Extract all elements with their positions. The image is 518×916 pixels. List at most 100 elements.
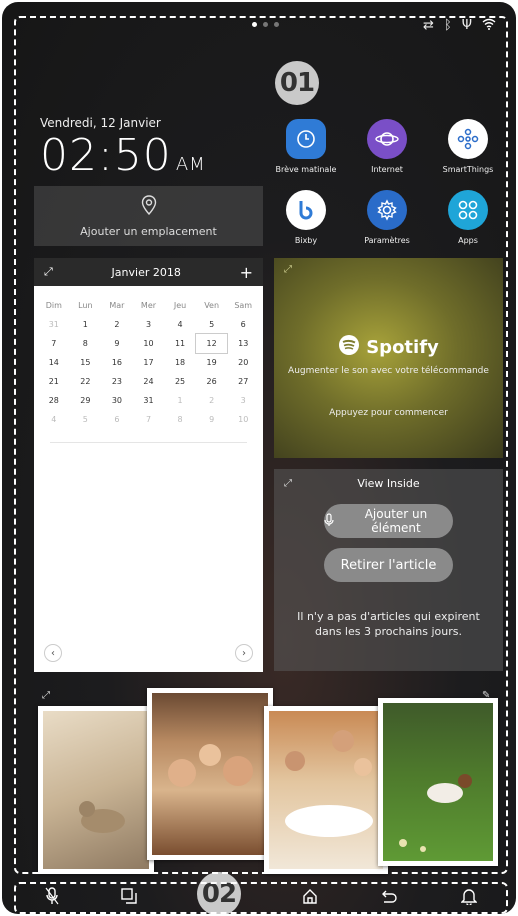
calendar-day[interactable]: 2 [196, 391, 228, 410]
dinner-photo-image [269, 711, 383, 869]
clock-icon [286, 119, 326, 159]
app-internet[interactable]: Internet [352, 119, 422, 174]
calendar-day[interactable]: 14 [38, 353, 70, 372]
calendar-day[interactable]: 15 [70, 353, 102, 372]
calendar-day[interactable]: 10 [227, 410, 259, 429]
calendar-day[interactable]: 26 [196, 372, 228, 391]
add-location-button[interactable]: Ajouter un emplacement [34, 186, 263, 246]
calendar-day[interactable]: 30 [101, 391, 133, 410]
recent-apps-icon[interactable] [121, 888, 138, 908]
home-icon[interactable] [302, 888, 318, 908]
calendar-day[interactable]: 21 [38, 372, 70, 391]
spotify-brand: Spotify [366, 337, 439, 358]
calendar-day[interactable]: 31 [38, 315, 70, 334]
calendar-day[interactable]: 27 [227, 372, 259, 391]
calendar-day[interactable]: 25 [164, 372, 196, 391]
app-parametres[interactable]: Paramètres [352, 190, 422, 245]
calendar-day[interactable]: 12 [194, 333, 229, 354]
spotify-cta: Appuyez pour commencer [329, 408, 448, 418]
photo-dinner[interactable] [264, 706, 388, 874]
smartthings-icon [448, 119, 488, 159]
calendar-day[interactable]: 9 [196, 410, 228, 429]
cat-photo-image [43, 711, 149, 869]
app-bixby[interactable]: Bixby [271, 190, 341, 245]
calendar-day[interactable]: 6 [101, 410, 133, 429]
weekday-label: Jeu [173, 301, 187, 310]
clock-time: 02:50 [40, 130, 172, 181]
calendar-day[interactable]: 7 [133, 410, 165, 429]
calendar-day[interactable]: 9 [101, 334, 133, 353]
fridge-screen: ⇄ ᛒ Ψ 01 Vendredi, 12 Janvier 02:50 AM Aj… [2, 2, 516, 914]
photo-cat[interactable] [38, 706, 154, 874]
calendar-day[interactable]: 1 [70, 315, 102, 334]
calendar-day[interactable]: 16 [101, 353, 133, 372]
app-smartthings[interactable]: SmartThings [433, 119, 503, 174]
app-label: Apps [458, 236, 478, 245]
next-month-button[interactable]: › [235, 644, 253, 662]
calendar-day[interactable]: 20 [227, 353, 259, 372]
app-label: SmartThings [442, 165, 494, 174]
calendar-day[interactable]: 8 [70, 334, 102, 353]
weekday-label: Mer [140, 301, 157, 310]
spotify-widget[interactable]: ⤢ Spotify Augmenter le son avec votre té… [274, 258, 503, 458]
spotify-icon [338, 334, 360, 361]
mic-icon[interactable] [45, 887, 59, 909]
photo-family[interactable] [147, 688, 273, 860]
calendar-day[interactable]: 23 [101, 372, 133, 391]
app-label: Internet [371, 165, 403, 174]
apps-icon [448, 190, 488, 230]
calendar-header: ⤢ Janvier 2018 + [34, 258, 263, 286]
calendar-day[interactable]: 1 [164, 391, 196, 410]
expand-icon[interactable]: ⤢ [42, 690, 50, 701]
calendar-day[interactable]: 7 [38, 334, 70, 353]
add-item-label: Ajouter un élément [364, 507, 428, 535]
calendar-grid: Dim Lun Mar Mer Jeu Ven Sam 31 1 2 3 4 5 6 7 8 9 10 11 12 13… [34, 286, 263, 429]
weekday-label: Sam [234, 301, 253, 310]
calendar-day[interactable]: 29 [70, 391, 102, 410]
location-pin-icon [141, 194, 157, 219]
prev-month-button[interactable]: ‹ [44, 644, 62, 662]
remove-item-button[interactable]: Retirer l'article [324, 548, 453, 582]
bell-icon[interactable] [460, 887, 478, 909]
photo-dog[interactable] [378, 698, 498, 866]
calendar-day[interactable]: 24 [133, 372, 165, 391]
back-icon[interactable] [380, 889, 398, 908]
calendar-day[interactable]: 6 [227, 315, 259, 334]
expand-icon[interactable]: ⤢ [284, 264, 292, 275]
calendar-day[interactable]: 18 [164, 353, 196, 372]
clock-date: Vendredi, 12 Janvier [40, 116, 161, 130]
add-location-label: Ajouter un emplacement [80, 224, 217, 238]
gear-icon [367, 190, 407, 230]
calendar-day[interactable]: 8 [164, 410, 196, 429]
calendar-day[interactable]: 3 [227, 391, 259, 410]
calendar-day[interactable]: 13 [227, 334, 259, 353]
cast-icon: ⇄ [423, 18, 434, 33]
weekday-label: Dim [45, 301, 62, 310]
add-item-button[interactable]: Ajouter un élément [324, 504, 453, 538]
calendar-day[interactable]: 31 [133, 391, 165, 410]
calendar-day[interactable]: 4 [164, 315, 196, 334]
expand-icon[interactable]: ⤢ [44, 265, 53, 279]
calendar-widget: ⤢ Janvier 2018 + Dim Lun Mar Mer Jeu Ven Sam 31… [34, 258, 263, 672]
calendar-day[interactable]: 19 [196, 353, 228, 372]
wifi-icon [482, 18, 496, 34]
calendar-day[interactable]: 11 [164, 334, 196, 353]
mic-icon [324, 512, 334, 530]
calendar-day[interactable]: 28 [38, 391, 70, 410]
add-event-icon[interactable]: + [240, 263, 253, 282]
page-indicator [252, 22, 279, 27]
calendar-day[interactable]: 4 [38, 410, 70, 429]
calendar-day[interactable]: 5 [196, 315, 228, 334]
page-dot [263, 22, 268, 27]
app-breve-matinale[interactable]: Brève matinale [271, 119, 341, 174]
calendar-day[interactable]: 10 [133, 334, 165, 353]
app-apps[interactable]: Apps [433, 190, 503, 245]
calendar-day[interactable]: 2 [101, 315, 133, 334]
calendar-day[interactable]: 3 [133, 315, 165, 334]
clock-widget[interactable]: 02:50 AM [40, 130, 206, 181]
calendar-day[interactable]: 17 [133, 353, 165, 372]
calendar-day[interactable]: 22 [70, 372, 102, 391]
calendar-day[interactable]: 5 [70, 410, 102, 429]
status-bar: ⇄ ᛒ Ψ [423, 18, 496, 34]
callout-01: 01 [275, 61, 319, 105]
